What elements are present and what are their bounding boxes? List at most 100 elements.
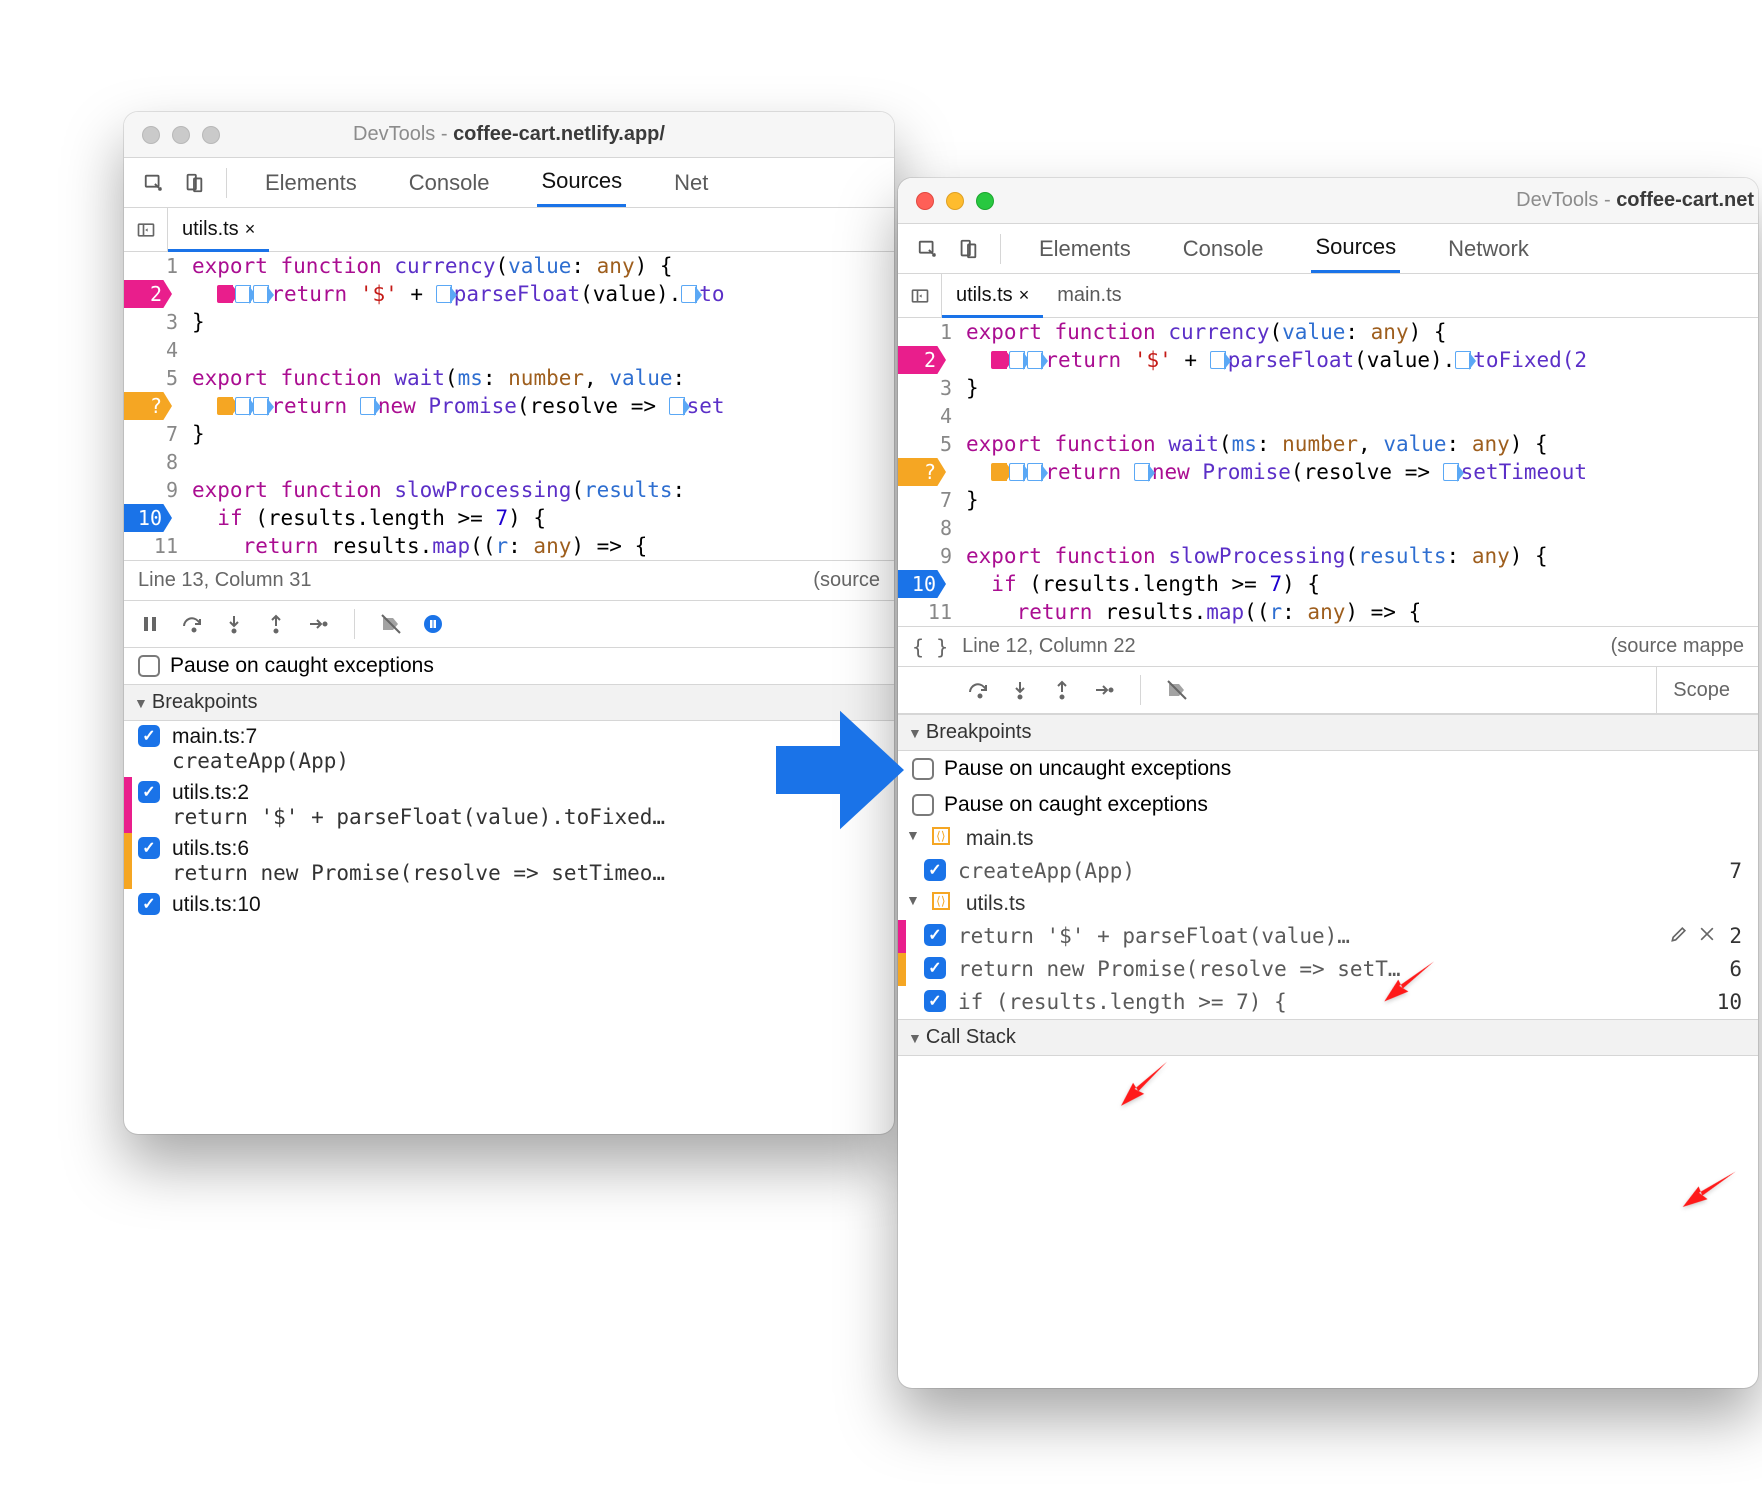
code-editor[interactable]: 1 export function currency(value: any) {… bbox=[898, 318, 1758, 626]
code-line[interactable]: 10 if (results.length >= 7) { bbox=[898, 570, 1758, 598]
step-over-icon[interactable] bbox=[178, 610, 206, 638]
code-line[interactable]: 5 export function wait(ms: number, value… bbox=[124, 364, 894, 392]
inspect-icon[interactable] bbox=[912, 233, 944, 265]
step-icon[interactable] bbox=[1090, 676, 1118, 704]
close-dot[interactable] bbox=[916, 192, 934, 210]
code-line[interactable]: 1 export function currency(value: any) { bbox=[898, 318, 1758, 346]
code-line[interactable]: 4 bbox=[898, 402, 1758, 430]
pretty-print-icon[interactable]: { } bbox=[912, 635, 948, 659]
checkbox-icon[interactable] bbox=[924, 990, 946, 1012]
breakpoint-row[interactable]: if (results.length >= 7) { 10 bbox=[898, 986, 1758, 1019]
filetab-main[interactable]: main.ts bbox=[1043, 274, 1135, 317]
code-line[interactable]: ? return new Promise(resolve => set bbox=[124, 392, 894, 420]
checkbox-icon[interactable] bbox=[924, 859, 946, 881]
code-line[interactable]: ? return new Promise(resolve => setTimeo… bbox=[898, 458, 1758, 486]
step-icon[interactable] bbox=[304, 610, 332, 638]
step-out-icon[interactable] bbox=[262, 610, 290, 638]
code-line[interactable]: 2 return '$' + parseFloat(value).to bbox=[124, 280, 894, 308]
checkbox-icon[interactable] bbox=[138, 837, 160, 859]
code-line[interactable]: 4 bbox=[124, 336, 894, 364]
line-number[interactable]: 11 bbox=[124, 532, 188, 560]
line-number[interactable]: 2 bbox=[898, 346, 962, 374]
line-number[interactable]: 10 bbox=[898, 570, 962, 598]
line-number[interactable]: 11 bbox=[898, 598, 962, 626]
code-line[interactable]: 5 export function wait(ms: number, value… bbox=[898, 430, 1758, 458]
code-line[interactable]: 10 if (results.length >= 7) { bbox=[124, 504, 894, 532]
breakpoint-marker[interactable]: 10 bbox=[898, 570, 946, 598]
code-line[interactable]: 3 } bbox=[898, 374, 1758, 402]
code-line[interactable]: 9 export function slowProcessing(results… bbox=[898, 542, 1758, 570]
code-line[interactable]: 11 return results.map((r: any) => { bbox=[124, 532, 894, 560]
checkbox-icon[interactable] bbox=[138, 781, 160, 803]
code-line[interactable]: 1 export function currency(value: any) { bbox=[124, 252, 894, 280]
close-icon[interactable]: × bbox=[1019, 285, 1030, 306]
step-into-icon[interactable] bbox=[1006, 676, 1034, 704]
line-number[interactable]: 7 bbox=[898, 486, 962, 514]
tab-elements[interactable]: Elements bbox=[1035, 226, 1135, 272]
code-line[interactable]: 8 bbox=[898, 514, 1758, 542]
tab-elements[interactable]: Elements bbox=[261, 160, 361, 206]
navigator-toggle-icon[interactable] bbox=[898, 274, 942, 317]
line-number[interactable]: 5 bbox=[898, 430, 962, 458]
breakpoint-row[interactable]: return '$' + parseFloat(value)… 2 bbox=[898, 920, 1758, 953]
breakpoint-group-header[interactable]: ▼ ⟨⟩ utils.ts bbox=[898, 888, 1758, 920]
breakpoints-header[interactable]: ▼ Breakpoints bbox=[898, 714, 1758, 751]
tab-sources[interactable]: Sources bbox=[537, 158, 626, 207]
line-number[interactable]: 7 bbox=[124, 420, 188, 448]
line-number[interactable]: 10 bbox=[124, 504, 188, 532]
line-number[interactable]: 5 bbox=[124, 364, 188, 392]
minimize-dot[interactable] bbox=[946, 192, 964, 210]
line-number[interactable]: 1 bbox=[898, 318, 962, 346]
tab-sources[interactable]: Sources bbox=[1311, 224, 1400, 273]
breakpoint-marker[interactable]: 10 bbox=[124, 504, 172, 532]
line-number[interactable]: 8 bbox=[124, 448, 188, 476]
checkbox-icon[interactable] bbox=[138, 725, 160, 747]
step-over-icon[interactable] bbox=[964, 676, 992, 704]
device-icon[interactable] bbox=[952, 233, 984, 265]
close-dot[interactable] bbox=[142, 126, 160, 144]
deactivate-breakpoints-icon[interactable] bbox=[377, 610, 405, 638]
line-number[interactable]: 4 bbox=[898, 402, 962, 430]
code-line[interactable]: 11 return results.map((r: any) => { bbox=[898, 598, 1758, 626]
traffic-lights[interactable] bbox=[142, 126, 220, 144]
step-into-icon[interactable] bbox=[220, 610, 248, 638]
breakpoint-marker[interactable]: 2 bbox=[124, 280, 172, 308]
code-line[interactable]: 7 } bbox=[124, 420, 894, 448]
zoom-dot[interactable] bbox=[976, 192, 994, 210]
device-icon[interactable] bbox=[178, 167, 210, 199]
line-number[interactable]: 1 bbox=[124, 252, 188, 280]
line-number[interactable]: 8 bbox=[898, 514, 962, 542]
edit-icon[interactable] bbox=[1669, 924, 1689, 944]
line-number[interactable]: 4 bbox=[124, 336, 188, 364]
tab-network[interactable]: Net bbox=[670, 160, 712, 206]
checkbox-icon[interactable] bbox=[138, 893, 160, 915]
scope-tab[interactable]: Scope bbox=[1656, 666, 1746, 714]
line-number[interactable]: 3 bbox=[124, 308, 188, 336]
tab-console[interactable]: Console bbox=[405, 160, 494, 206]
close-icon[interactable]: × bbox=[245, 219, 256, 240]
line-number[interactable]: 9 bbox=[898, 542, 962, 570]
code-line[interactable]: 9 export function slowProcessing(results… bbox=[124, 476, 894, 504]
line-number[interactable]: 2 bbox=[124, 280, 188, 308]
pause-uncaught-option[interactable]: Pause on uncaught exceptions bbox=[898, 751, 1758, 787]
line-number[interactable]: 3 bbox=[898, 374, 962, 402]
code-line[interactable]: 7 } bbox=[898, 486, 1758, 514]
zoom-dot[interactable] bbox=[202, 126, 220, 144]
code-line[interactable]: 8 bbox=[124, 448, 894, 476]
tab-network[interactable]: Network bbox=[1444, 226, 1533, 272]
checkbox-icon[interactable] bbox=[138, 655, 160, 677]
code-line[interactable]: 2 return '$' + parseFloat(value).toFixed… bbox=[898, 346, 1758, 374]
close-icon[interactable] bbox=[1697, 924, 1717, 944]
traffic-lights[interactable] bbox=[916, 192, 994, 210]
callstack-header[interactable]: ▼ Call Stack bbox=[898, 1019, 1758, 1056]
breakpoint-row[interactable]: createApp(App) 7 bbox=[898, 855, 1758, 888]
breakpoint-row[interactable]: return new Promise(resolve => setT… 6 bbox=[898, 953, 1758, 986]
step-out-icon[interactable] bbox=[1048, 676, 1076, 704]
pause-icon[interactable] bbox=[136, 610, 164, 638]
inspect-icon[interactable] bbox=[138, 167, 170, 199]
navigator-toggle-icon[interactable] bbox=[124, 208, 168, 251]
minimize-dot[interactable] bbox=[172, 126, 190, 144]
pause-on-exceptions-icon[interactable] bbox=[419, 610, 447, 638]
breakpoint-marker[interactable]: ? bbox=[124, 392, 172, 420]
filetab-utils[interactable]: utils.ts × bbox=[942, 274, 1043, 317]
